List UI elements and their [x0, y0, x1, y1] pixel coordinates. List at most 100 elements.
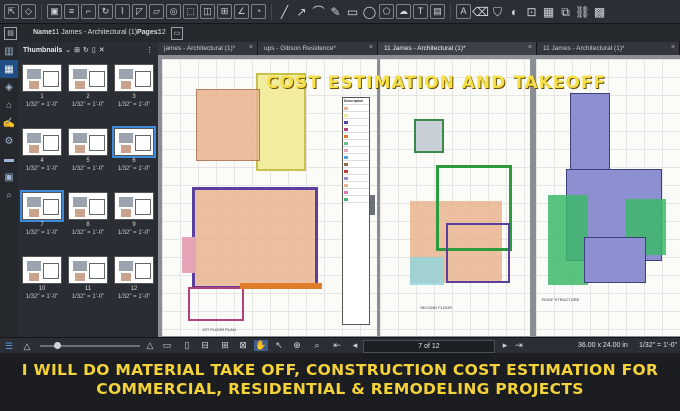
thumbnail-image[interactable]	[68, 128, 108, 156]
thumbnail-item[interactable]: 4 1/32" = 1'-0"	[20, 128, 64, 186]
tab-gibson-residence[interactable]: ups - Gibson Residence* ×	[258, 42, 378, 55]
thumbnail-image[interactable]	[22, 64, 62, 92]
zoom-slider-knob[interactable]	[54, 342, 61, 349]
signatures-icon[interactable]: ✍	[0, 114, 18, 132]
crop-icon[interactable]: ⌐	[81, 4, 96, 19]
thumbnail-item[interactable]: 11 1/32" = 1'-0"	[66, 256, 110, 314]
properties-icon[interactable]: ▭	[171, 27, 183, 40]
polygon-icon[interactable]: ⬠	[379, 4, 394, 19]
highlighter-icon[interactable]: A	[456, 4, 471, 19]
dimension-icon[interactable]: ⊞	[217, 4, 232, 19]
rotate-page-icon[interactable]: ↻	[83, 46, 89, 54]
stamp-icon[interactable]: ⛉	[490, 4, 505, 19]
fill-icon[interactable]: ⊡	[524, 4, 539, 19]
thumbnail-image[interactable]	[114, 64, 154, 92]
thumbnail-item[interactable]: 8 1/32" = 1'-0"	[66, 192, 110, 250]
search-icon[interactable]: ⌕	[0, 186, 18, 204]
thumbnail-item[interactable]: 12 1/32" = 1'-0"	[112, 256, 156, 314]
select-text-icon[interactable]: ↖	[272, 340, 286, 351]
ellipse-icon[interactable]: ◯	[362, 4, 377, 19]
thumbnails-panel-icon[interactable]: ▥	[0, 42, 18, 60]
chevron-down-icon[interactable]: ⌄	[65, 46, 71, 54]
page-scale[interactable]: 1/32" = 1'-0"	[639, 342, 677, 349]
perimeter-icon[interactable]: ▱	[149, 4, 164, 19]
area-icon[interactable]: ◸	[132, 4, 147, 19]
close-icon[interactable]: ×	[671, 44, 675, 51]
pan-icon[interactable]: ◇	[21, 4, 36, 19]
thumbnail-item[interactable]: 3 1/32" = 1'-0"	[112, 64, 156, 122]
text-box-icon[interactable]: T	[413, 4, 428, 19]
thumbnail-item[interactable]: 10 1/32" = 1'-0"	[20, 256, 64, 314]
callout-icon[interactable]: ▤	[430, 4, 445, 19]
arc-icon[interactable]: ⌒	[311, 4, 326, 19]
zoom-tool-icon[interactable]: ⊕	[290, 340, 304, 351]
document-canvas[interactable]: 1ST FLOOR PLAN Description SECOND FLOOR	[158, 55, 680, 337]
file-icon[interactable]: ▤	[4, 27, 17, 40]
sidebar-collapse-icon[interactable]: △	[20, 341, 34, 352]
thumbnail-item[interactable]: 9 1/32" = 1'-0"	[112, 192, 156, 250]
thumbnail-image[interactable]	[114, 192, 154, 220]
more-options-icon[interactable]: ⋮	[146, 46, 153, 54]
polyline-icon[interactable]: ⌇	[115, 4, 130, 19]
layers-icon[interactable]: ◈	[0, 78, 18, 96]
pen-icon[interactable]: ✎	[328, 4, 343, 19]
last-page-icon[interactable]: ⇥	[512, 340, 526, 351]
tab-11-james-a[interactable]: 11 James - Architectural (1)* ×	[378, 42, 537, 55]
cloud-icon[interactable]: ☁	[396, 4, 411, 19]
thumbnail-item[interactable]: 2 1/32" = 1'-0"	[66, 64, 110, 122]
continuous-icon[interactable]: ▯	[180, 340, 194, 351]
volume-icon[interactable]: ⬚	[183, 4, 198, 19]
thumbnail-item[interactable]: 5 1/32" = 1'-0"	[66, 128, 110, 186]
thumbnail-image[interactable]	[114, 256, 154, 284]
overlay-icon[interactable]: ⊠	[236, 340, 250, 351]
snapshot-icon[interactable]: ▣	[47, 4, 62, 19]
thumbnail-image[interactable]	[20, 190, 64, 222]
vertical-scrollbar[interactable]	[370, 195, 375, 215]
first-page-icon[interactable]: ⇤	[330, 340, 344, 351]
cutout-icon[interactable]: ◫	[200, 4, 215, 19]
prev-page-icon[interactable]: ◂	[348, 340, 362, 351]
angle-icon[interactable]: ∠	[234, 4, 249, 19]
thumbnail-image[interactable]	[68, 256, 108, 284]
hatch-icon[interactable]: ▦	[541, 4, 556, 19]
image-icon[interactable]: ▩	[592, 4, 607, 19]
list-icon[interactable]: ☰	[2, 341, 16, 352]
measurements-icon[interactable]: ▬	[0, 150, 18, 168]
close-icon[interactable]: ×	[528, 44, 532, 51]
thumbnails-active-icon[interactable]: ▦	[0, 60, 18, 78]
split-view-icon[interactable]: ⊟	[198, 340, 212, 351]
page-setup-icon[interactable]: ▯	[92, 46, 96, 54]
select-icon[interactable]: ⇱	[4, 4, 19, 19]
radius-icon[interactable]: ◔	[251, 4, 266, 19]
eraser-icon[interactable]: ⌫	[472, 4, 489, 19]
next-page-icon[interactable]: ▸	[498, 340, 512, 351]
thumbnail-image[interactable]	[22, 256, 62, 284]
markup-list-icon[interactable]: ≡	[64, 4, 79, 19]
thumbnail-image[interactable]	[112, 126, 156, 158]
zoom-area-icon[interactable]: ⌕	[310, 340, 324, 351]
thumbnail-item[interactable]: 6 1/32" = 1'-0"	[112, 126, 156, 186]
thumbnail-image[interactable]	[68, 64, 108, 92]
thumbnail-item[interactable]: 1 1/32" = 1'-0"	[20, 64, 64, 122]
delete-page-icon[interactable]: ✕	[99, 46, 105, 54]
single-page-icon[interactable]: ▭	[160, 340, 174, 351]
rectangle-icon[interactable]: ▭	[345, 4, 360, 19]
arrow-icon[interactable]: ↗	[294, 4, 309, 19]
close-icon[interactable]: ×	[369, 44, 373, 51]
thumbnail-image[interactable]	[68, 192, 108, 220]
line-icon[interactable]: ╱	[277, 4, 292, 19]
thumbnail-image[interactable]	[22, 128, 62, 156]
thumbnail-item[interactable]: 7 1/32" = 1'-0"	[20, 190, 64, 250]
page-number-field[interactable]: 7 of 12	[363, 340, 495, 353]
link-icon[interactable]: ⛓	[575, 4, 590, 19]
compare-icon[interactable]: ⊞	[218, 340, 232, 351]
tab-james-architectural[interactable]: james - Architectural (1)* ×	[158, 42, 258, 55]
rotate-icon[interactable]: ↻	[98, 4, 113, 19]
tab-11-james-b[interactable]: 11 James - Architectural (1)* ×	[537, 42, 680, 55]
close-icon[interactable]: ×	[249, 44, 253, 51]
grid-view-icon[interactable]: ⊞	[74, 46, 80, 54]
pan-hand-icon[interactable]: ✋	[254, 340, 268, 351]
zoom-in-icon[interactable]: △	[143, 340, 157, 351]
toolchest-icon[interactable]: ⌂	[0, 96, 18, 114]
color-icon[interactable]: ◐	[507, 4, 522, 19]
